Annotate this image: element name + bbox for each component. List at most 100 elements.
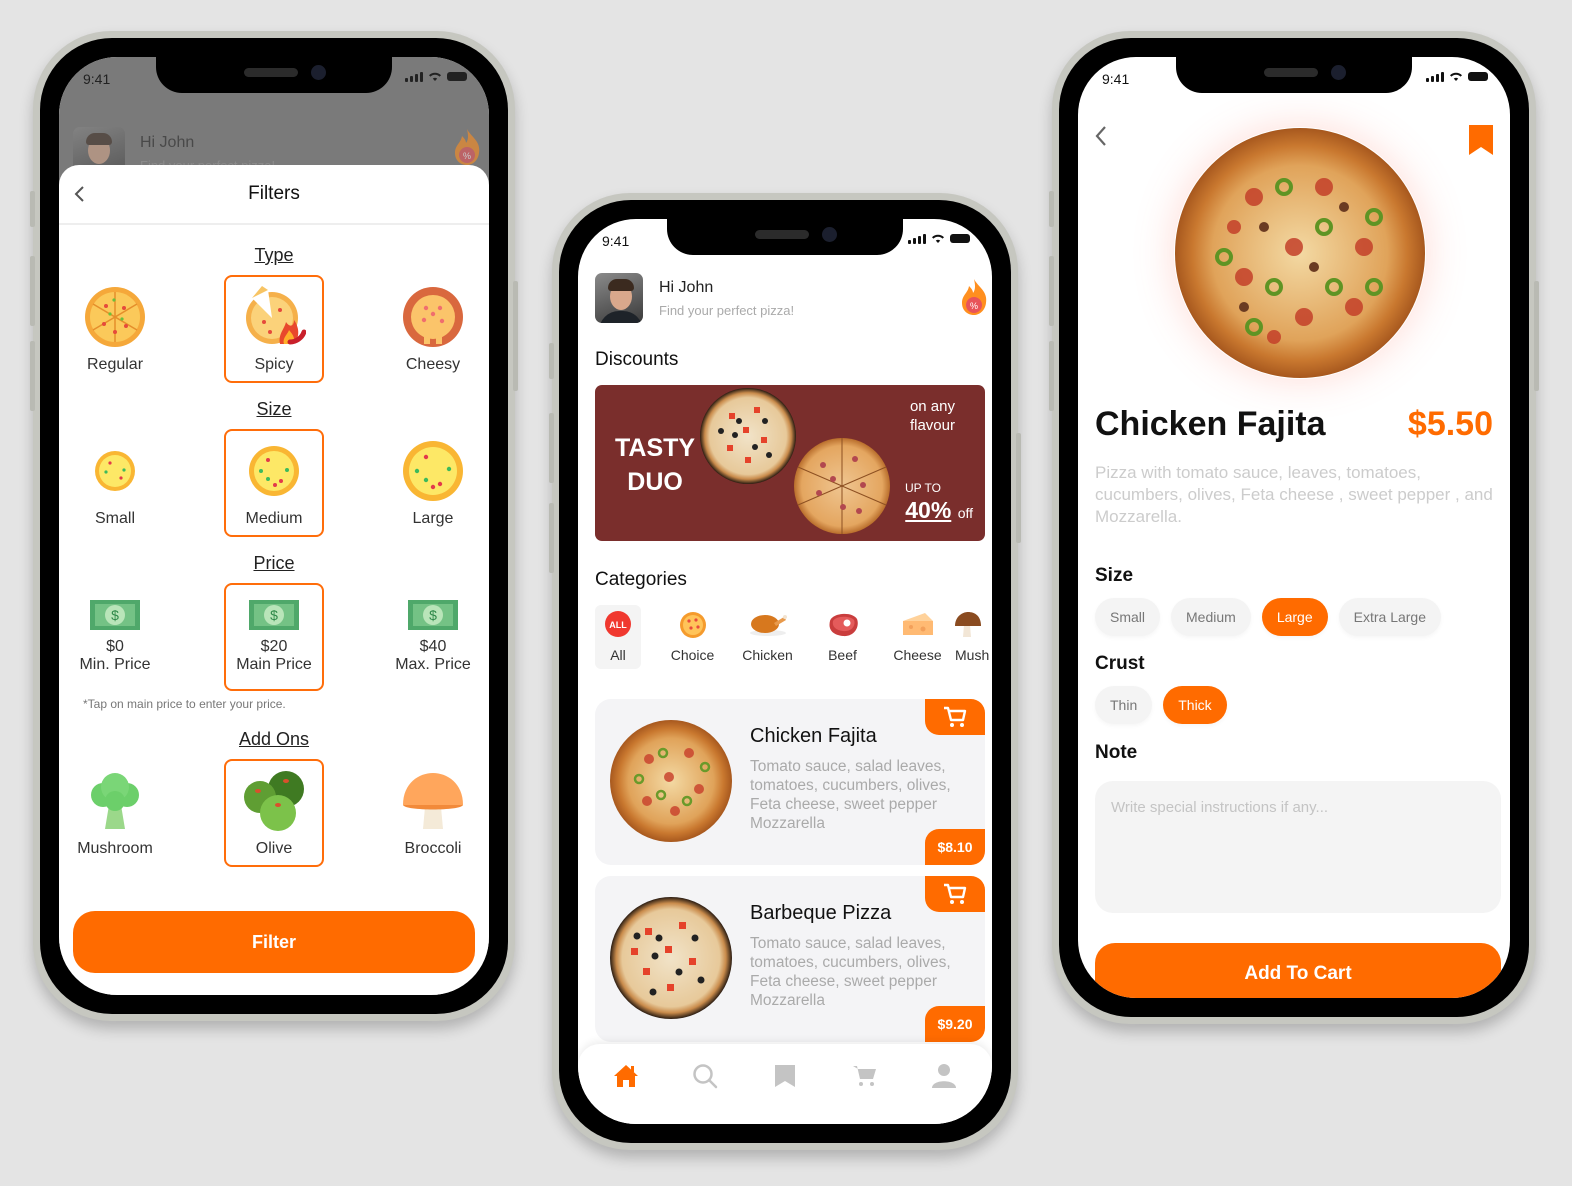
section-title-addons: Add Ons <box>238 729 310 749</box>
categories-title: Categories <box>595 569 687 590</box>
price-value: $40 <box>419 638 447 655</box>
item-description: Tomato sauce, salad leaves, tomatoes, cu… <box>750 758 951 832</box>
screen: 9:41 Chicken Fajita $5.50 Pizza with tom… <box>1078 57 1510 998</box>
discount-fire-icon[interactable]: % <box>451 127 483 167</box>
price-option-min[interactable]: $ $0 Min. Price <box>65 583 165 691</box>
signal-icon <box>405 71 423 82</box>
price-label: Min. Price <box>79 656 151 673</box>
sheet-title: Filters <box>248 183 300 204</box>
battery-icon <box>950 234 970 243</box>
crust-pill-thin[interactable]: Thin <box>1095 686 1153 724</box>
add-to-cart-button[interactable] <box>925 876 985 912</box>
status-time: 9:41 <box>602 233 630 249</box>
pizza-image <box>700 388 796 484</box>
category-cheese[interactable]: Cheese <box>880 605 955 669</box>
side-button <box>1049 256 1054 326</box>
bezel: 9:41 Chicken Fajita $5.50 Pizza with tom… <box>1059 38 1529 1017</box>
side-button <box>549 413 554 483</box>
category-beef[interactable]: Beef <box>805 605 880 669</box>
nav-cart[interactable] <box>850 1061 880 1091</box>
type-option-spicy[interactable]: Spicy <box>224 275 324 383</box>
svg-text:$: $ <box>429 607 437 623</box>
back-chevron-icon[interactable] <box>1094 125 1108 147</box>
option-label: Olive <box>255 840 293 857</box>
bookmark-icon[interactable] <box>1469 125 1493 155</box>
addon-option-broccoli[interactable]: Broccoli <box>383 759 483 867</box>
crust-options: Thin Thick <box>1095 686 1227 724</box>
money-icon: $ <box>90 600 140 630</box>
type-option-cheesy[interactable]: Cheesy <box>383 275 483 383</box>
option-label: Medium <box>245 510 303 527</box>
search-icon <box>693 1064 718 1089</box>
option-label: Cheesy <box>405 356 461 373</box>
wifi-icon <box>1450 72 1462 81</box>
discount-banner[interactable]: TASTY DUO on any flavour UP TO 40% off <box>595 385 985 541</box>
price-hint: *Tap on main price to enter your price. <box>83 697 286 711</box>
cart-icon <box>944 883 967 904</box>
item-price: $8.10 <box>925 829 985 865</box>
section-title-type: Type <box>254 245 294 265</box>
svg-text:%: % <box>463 151 471 161</box>
price-option-max[interactable]: $ $40 Max. Price <box>383 583 483 691</box>
side-button <box>513 281 518 391</box>
banner-off: off <box>957 505 973 521</box>
category-label: Chicken <box>742 647 793 663</box>
note-input[interactable] <box>1095 781 1501 913</box>
size-pill-extra-large[interactable]: Extra Large <box>1338 598 1441 636</box>
add-to-cart-button[interactable]: Add To Cart <box>1095 943 1501 998</box>
addon-option-mushroom[interactable]: Mushroom <box>65 759 165 867</box>
size-pill-medium[interactable]: Medium <box>1171 598 1251 636</box>
svg-text:$: $ <box>111 607 119 623</box>
price-option-main[interactable]: $ $20 Main Price <box>224 583 324 691</box>
phone-home: 9:41 Hi John Find your perfect pizza! % … <box>549 193 1021 1150</box>
option-label: Small <box>94 510 135 527</box>
section-title-size: Size <box>256 399 292 419</box>
pizza-icon <box>679 612 706 638</box>
wifi-icon <box>429 72 441 81</box>
notch <box>156 57 392 93</box>
svg-text:%: % <box>970 301 978 311</box>
category-choice[interactable]: Choice <box>655 605 730 669</box>
category-mushroom[interactable]: Mush <box>955 605 992 669</box>
nav-saved[interactable] <box>770 1061 800 1091</box>
category-chicken[interactable]: Chicken <box>730 605 805 669</box>
pizza-image <box>610 720 732 842</box>
item-name: Barbeque Pizza <box>750 902 892 924</box>
category-label: Cheese <box>893 647 942 663</box>
spicy-pizza-icon <box>246 286 306 345</box>
side-button <box>549 503 554 573</box>
size-pill-small[interactable]: Small <box>1095 598 1161 636</box>
signal-icon <box>908 233 926 244</box>
nav-search[interactable] <box>690 1061 720 1091</box>
size-label: Size <box>1095 565 1134 586</box>
item-description: Tomato sauce, salad leaves, tomatoes, cu… <box>750 935 951 1009</box>
regular-pizza-icon <box>85 287 145 347</box>
avatar[interactable] <box>595 273 643 323</box>
phone-detail: 9:41 Chicken Fajita $5.50 Pizza with tom… <box>1049 31 1539 1024</box>
nav-profile[interactable] <box>929 1061 959 1091</box>
addon-option-olive[interactable]: Olive <box>224 759 324 867</box>
size-option-large[interactable]: Large <box>383 429 483 537</box>
screen: 9:41 Hi John Find your perfect pizza! % … <box>578 219 992 1124</box>
discount-fire-icon[interactable]: % <box>958 277 990 317</box>
filter-button[interactable]: Filter <box>73 911 475 973</box>
menu-item-card[interactable]: Chicken Fajita Tomato sauce, salad leave… <box>595 699 985 865</box>
back-chevron-icon[interactable] <box>73 185 87 203</box>
product-name: Chicken Fajita <box>1095 405 1326 443</box>
nav-home[interactable] <box>611 1061 641 1091</box>
product-price: $5.50 <box>1407 405 1493 443</box>
crust-pill-thick[interactable]: Thick <box>1163 686 1227 724</box>
broccoli-icon <box>91 773 139 829</box>
wifi-icon <box>932 234 944 243</box>
option-label: Mushroom <box>77 840 153 857</box>
size-pill-large[interactable]: Large <box>1261 598 1328 636</box>
size-option-small[interactable]: Small <box>65 429 165 537</box>
status-time: 9:41 <box>1102 71 1130 87</box>
add-to-cart-button[interactable] <box>925 699 985 735</box>
category-all[interactable]: ALL All <box>595 605 641 669</box>
type-option-regular[interactable]: Regular <box>65 275 165 383</box>
phone-filters: 9:41 Hi John Find your perfect pizza! % … <box>30 31 518 1021</box>
menu-item-card[interactable]: Barbeque Pizza Tomato sauce, salad leave… <box>595 876 985 1042</box>
small-pizza-icon <box>95 451 135 491</box>
size-option-medium[interactable]: Medium <box>224 429 324 537</box>
